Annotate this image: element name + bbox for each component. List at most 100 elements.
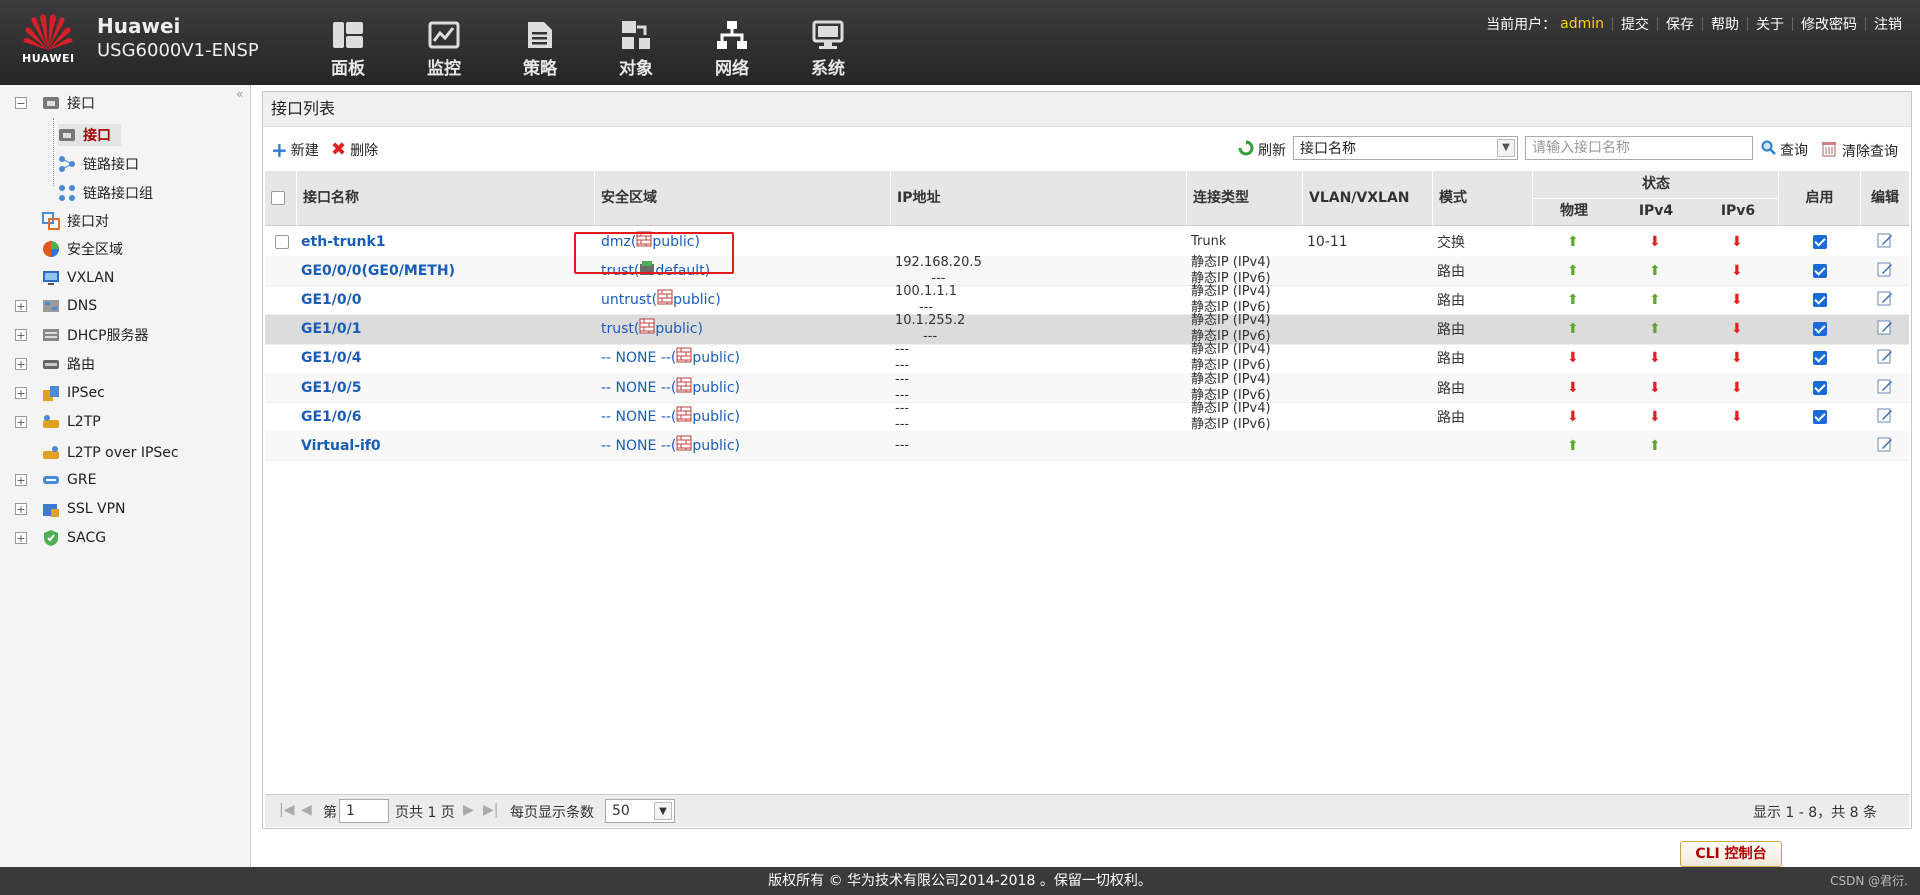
sidebar-item-ssl-vpn[interactable]: SSL VPN — [42, 498, 126, 520]
last-page-icon[interactable]: ▶| — [483, 802, 498, 818]
query-button[interactable]: 查询 — [1761, 140, 1808, 160]
enable-checkbox[interactable] — [1813, 234, 1827, 249]
interface-name-link[interactable]: Virtual-if0 — [301, 431, 381, 460]
col-name[interactable]: 接口名称 — [297, 171, 595, 225]
expand-toggle-icon[interactable]: + — [15, 474, 27, 486]
expand-toggle-icon[interactable]: + — [15, 532, 27, 544]
table-row[interactable]: eth-trunk1 dmz( public) Trunk 10-11 交换 ⬆ ⬇ ⬇ — [265, 227, 1909, 257]
nav-object[interactable]: 对象 — [588, 0, 684, 85]
l2tp-icon — [42, 413, 60, 431]
sidebar-item-route[interactable]: 路由 — [42, 353, 95, 375]
edit-icon[interactable] — [1877, 378, 1893, 398]
table-row[interactable]: GE1/0/0 untrust( public) 100.1.1.1 --- 静态IP … — [265, 284, 1909, 316]
table-row[interactable]: GE0/0/0(GE0/METH) trust( default) 192.168.… — [265, 255, 1909, 287]
edit-icon[interactable] — [1877, 348, 1893, 368]
enable-checkbox[interactable] — [1813, 380, 1827, 395]
help-link[interactable]: 帮助 — [1711, 14, 1739, 34]
table-row[interactable]: GE1/0/6 -- NONE --( public) --- --- 静态IP (IP… — [265, 401, 1909, 433]
interface-name-link[interactable]: GE1/0/6 — [301, 402, 362, 431]
enable-checkbox[interactable] — [1813, 263, 1827, 278]
change-password-link[interactable]: 修改密码 — [1801, 14, 1857, 34]
sidebar-item-dhcp-server[interactable]: DHCP服务器 — [42, 324, 149, 346]
expand-toggle-icon[interactable]: + — [15, 300, 27, 312]
sidebar-item-interface-pair[interactable]: 接口对 — [42, 210, 109, 232]
expand-toggle-icon[interactable]: + — [15, 503, 27, 515]
col-mode[interactable]: 模式 — [1433, 171, 1533, 225]
enable-checkbox[interactable] — [1813, 292, 1827, 307]
prev-page-icon[interactable]: ◀ — [301, 802, 312, 818]
interface-name-link[interactable]: GE1/0/1 — [301, 315, 362, 344]
expand-toggle-icon[interactable]: + — [15, 387, 27, 399]
nav-network[interactable]: 网络 — [684, 0, 780, 85]
interface-name-link[interactable]: eth-trunk1 — [301, 227, 386, 256]
edit-icon[interactable] — [1877, 319, 1893, 339]
edit-icon[interactable] — [1877, 436, 1893, 456]
expand-toggle-icon[interactable]: + — [15, 416, 27, 428]
security-zone-link[interactable]: -- NONE --( public) — [601, 402, 740, 431]
interface-name-link[interactable]: GE1/0/5 — [301, 373, 362, 402]
expand-toggle-icon[interactable]: + — [15, 329, 27, 341]
sidebar-item-link-interface[interactable]: 链路接口 — [58, 153, 139, 175]
interface-name-link[interactable]: GE1/0/0 — [301, 285, 362, 314]
edit-icon[interactable] — [1877, 290, 1893, 310]
table-row[interactable]: Virtual-if0 -- NONE --( public) --- ⬆ ⬆ — [265, 431, 1909, 462]
table-row[interactable]: GE1/0/5 -- NONE --( public) --- --- 静态IP (IP… — [265, 372, 1909, 403]
nav-monitor[interactable]: 监控 — [396, 0, 492, 85]
sidebar-item-link-interface-group[interactable]: 链路接口组 — [58, 182, 153, 204]
edit-icon[interactable] — [1877, 232, 1893, 252]
enable-checkbox[interactable] — [1813, 322, 1827, 337]
nav-policy[interactable]: 策略 — [492, 0, 588, 85]
security-zone-link[interactable]: trust( public) — [601, 315, 703, 344]
select-all-checkbox[interactable] — [271, 191, 285, 205]
clear-query-button[interactable]: 清除查询 — [1821, 140, 1898, 162]
save-link[interactable]: 保存 — [1666, 14, 1694, 34]
sidebar-item-l2tp[interactable]: L2TP — [42, 411, 101, 433]
sidebar-item-security-zone[interactable]: 安全区域 — [42, 238, 123, 260]
edit-icon[interactable] — [1877, 407, 1893, 427]
search-input[interactable]: 请输入接口名称 — [1525, 136, 1753, 160]
sidebar-item-l2tp-over-ipsec[interactable]: L2TP over IPSec — [42, 442, 179, 464]
new-button[interactable]: + 新建 — [271, 140, 319, 160]
sidebar-item-dns[interactable]: DNS — [42, 295, 97, 317]
page-number-input[interactable]: 1 — [339, 799, 389, 823]
collapse-toggle-icon[interactable]: − — [15, 97, 27, 109]
status-down-icon: ⬇ — [1567, 408, 1579, 425]
sidebar-item-sacg[interactable]: SACG — [42, 527, 106, 549]
interface-name-link[interactable]: GE1/0/4 — [301, 344, 362, 373]
table-row[interactable]: GE1/0/4 -- NONE --( public) --- --- 静态IP (IP… — [265, 342, 1909, 374]
col-ip[interactable]: IP地址 — [891, 171, 1187, 225]
commit-link[interactable]: 提交 — [1621, 14, 1649, 34]
enable-cell — [1813, 256, 1827, 285]
security-zone-link[interactable]: untrust( public) — [601, 285, 721, 314]
table-row[interactable]: GE1/0/1 trust( public) 10.1.255.2 --- 静态IP (… — [265, 313, 1909, 345]
security-zone-link[interactable]: -- NONE --( public) — [601, 344, 740, 373]
enable-checkbox[interactable] — [1813, 409, 1827, 424]
cli-console-button[interactable]: CLI 控制台 — [1680, 841, 1782, 867]
sidebar-item-interface-group[interactable]: 接口 — [42, 92, 95, 114]
first-page-icon[interactable]: |◀ — [279, 802, 294, 818]
about-link[interactable]: 关于 — [1756, 14, 1784, 34]
security-zone-link[interactable]: -- NONE --( public) — [601, 431, 740, 460]
logout-link[interactable]: 注销 — [1874, 14, 1902, 34]
filter-field-select[interactable]: 接口名称 ▼ — [1293, 136, 1518, 160]
sidebar-item-gre[interactable]: GRE — [42, 469, 96, 491]
security-zone-link[interactable]: -- NONE --( public) — [601, 373, 740, 402]
nav-dashboard[interactable]: 面板 — [300, 0, 396, 85]
per-page-select[interactable]: 50 ▼ — [605, 799, 675, 823]
nav-system[interactable]: 系统 — [780, 0, 876, 85]
expand-toggle-icon[interactable]: + — [15, 358, 27, 370]
collapse-sidebar-icon[interactable]: « — [236, 87, 243, 101]
row-checkbox[interactable] — [275, 234, 289, 249]
enable-checkbox[interactable] — [1813, 351, 1827, 366]
col-zone[interactable]: 安全区域 — [595, 171, 891, 225]
sidebar-item-ipsec[interactable]: IPSec — [42, 382, 105, 404]
refresh-button[interactable]: 刷新 — [1238, 140, 1286, 160]
edit-icon[interactable] — [1877, 261, 1893, 281]
col-vlan[interactable]: VLAN/VXLAN — [1303, 171, 1433, 225]
sidebar-item-interface[interactable]: 接口 — [58, 124, 121, 146]
interface-name-link[interactable]: GE0/0/0(GE0/METH) — [301, 256, 455, 285]
next-page-icon[interactable]: ▶ — [463, 802, 474, 818]
delete-button[interactable]: ✖ 删除 — [331, 140, 378, 160]
sidebar-item-vxlan[interactable]: VXLAN — [42, 267, 114, 289]
col-conn-type[interactable]: 连接类型 — [1187, 171, 1303, 225]
